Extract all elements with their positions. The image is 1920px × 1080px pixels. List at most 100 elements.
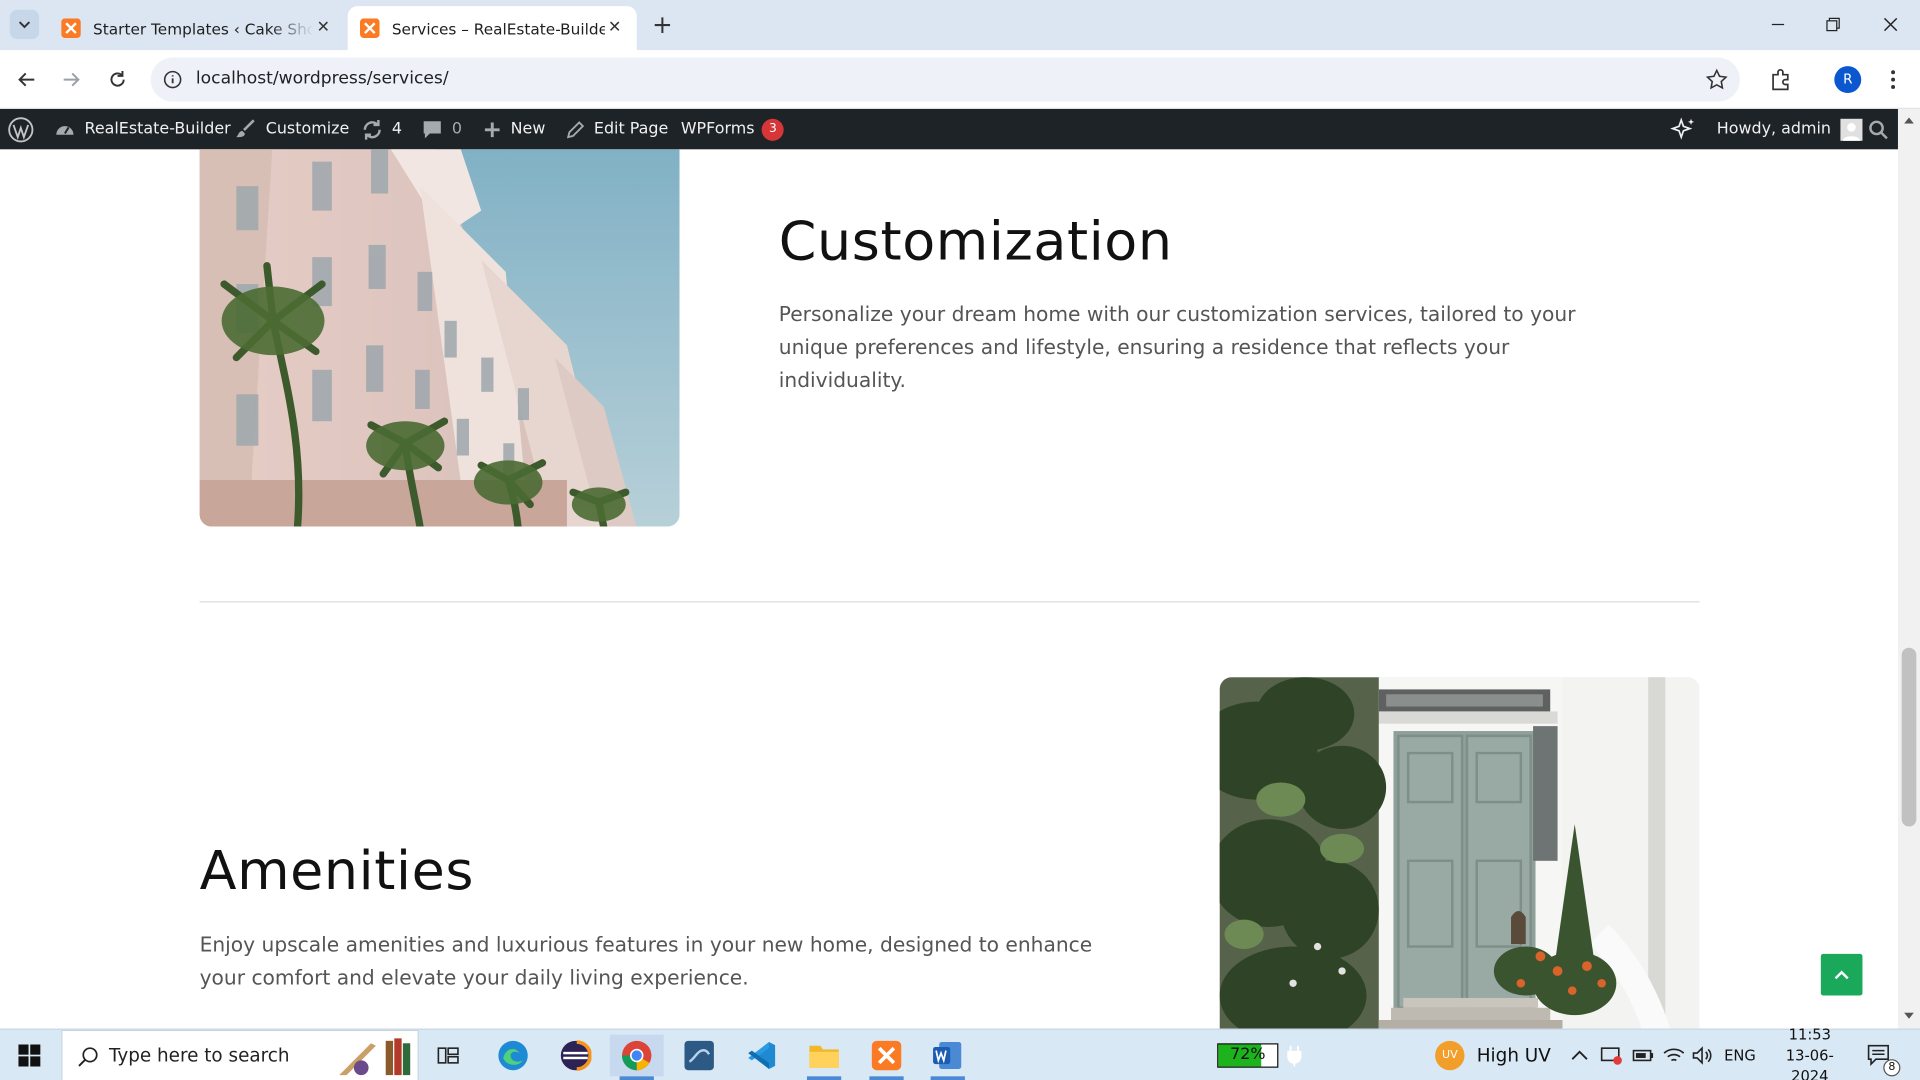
chrome-app-button[interactable] <box>609 1034 664 1080</box>
browser-menu-button[interactable] <box>1878 65 1907 94</box>
wpforms-label: WPForms <box>680 120 755 139</box>
battery-indicator[interactable]: 72% <box>1217 1030 1303 1080</box>
site-name-link[interactable]: RealEstate-Builder <box>54 109 231 149</box>
address-bar[interactable]: localhost/wordpress/services/ <box>150 57 1741 102</box>
weather-widget[interactable]: UV High UV <box>1435 1030 1551 1080</box>
notification-count-badge: 8 <box>1883 1059 1901 1077</box>
edit-page-label: Edit Page <box>593 120 669 139</box>
taskbar-search-box[interactable]: Type here to search <box>61 1029 419 1080</box>
scroll-down-arrow-icon[interactable] <box>1904 1012 1914 1020</box>
section-heading-customization: Customization <box>778 210 1173 274</box>
wordpress-logo-button[interactable] <box>7 109 43 149</box>
xampp-app-button[interactable] <box>860 1035 914 1080</box>
user-avatar <box>1840 118 1863 141</box>
scroll-to-top-button[interactable] <box>1820 953 1863 996</box>
customize-label: Customize <box>265 120 350 139</box>
comment-bubble-icon <box>423 120 441 138</box>
wifi-icon <box>1663 1048 1685 1062</box>
profile-avatar[interactable]: R <box>1834 66 1862 94</box>
clock[interactable]: 11:53 13-06-2024 <box>1771 1026 1849 1080</box>
building-facade-photo <box>199 149 680 527</box>
input-language-indicator[interactable]: ENG <box>1724 1030 1756 1080</box>
tab-services[interactable]: Services – RealEstate-Builder ✕ <box>347 6 637 51</box>
bookmark-star-icon[interactable] <box>1705 68 1728 91</box>
more-vertical-icon <box>1891 70 1896 89</box>
word-app-button[interactable] <box>921 1035 975 1080</box>
close-window-button[interactable] <box>1873 10 1907 39</box>
vscode-app-button[interactable] <box>735 1035 789 1077</box>
edit-page-link[interactable]: Edit Page <box>566 109 669 149</box>
search-icon <box>78 1047 98 1067</box>
dashboard-gauge-icon <box>56 125 74 135</box>
ai-assistant-button[interactable] <box>1670 109 1706 149</box>
arrow-left-icon <box>18 72 35 87</box>
search-highlight-illustration-icon <box>339 1038 411 1076</box>
extensions-button[interactable] <box>1766 65 1795 94</box>
front-door-photo <box>1219 677 1700 1029</box>
puzzle-piece-icon <box>1772 68 1789 91</box>
browser-toolbar: localhost/wordpress/services/ R <box>0 50 1920 109</box>
wifi-tray-button[interactable] <box>1663 1030 1685 1080</box>
reload-icon <box>110 71 125 87</box>
forward-button[interactable] <box>56 65 85 94</box>
browser-tab-strip: Starter Templates ‹ Cake Shop – ✕ Servic… <box>0 0 1920 51</box>
wpforms-notification-badge: 3 <box>761 118 784 141</box>
folder-icon <box>809 1045 839 1068</box>
clock-time: 11:53 <box>1788 1025 1831 1043</box>
scrollbar-thumb[interactable] <box>1901 647 1917 827</box>
close-tab-icon[interactable]: ✕ <box>313 18 333 38</box>
weather-text: High UV <box>1476 1044 1551 1067</box>
chevron-down-icon <box>18 21 31 29</box>
start-button[interactable] <box>2 1035 56 1077</box>
section-divider <box>199 601 1700 603</box>
paintbrush-icon <box>236 118 255 137</box>
sparkle-icon <box>1670 116 1695 140</box>
info-icon[interactable] <box>163 70 183 90</box>
pencil-icon <box>566 120 585 138</box>
tab-title: Starter Templates ‹ Cake Shop – <box>93 18 313 38</box>
monitor-alert-icon <box>1600 1047 1622 1065</box>
site-name-label: RealEstate-Builder <box>84 120 231 139</box>
volume-tray-button[interactable] <box>1692 1030 1714 1080</box>
speaker-volume-icon <box>1692 1046 1712 1065</box>
show-hidden-icons-button[interactable] <box>1571 1030 1588 1080</box>
reload-button[interactable] <box>103 65 132 94</box>
windows-taskbar: Type here to search 72% UV High UV ENG 1… <box>0 1026 1920 1080</box>
file-explorer-app-button[interactable] <box>797 1035 851 1080</box>
restore-icon <box>1826 17 1840 32</box>
xampp-favicon-icon <box>61 18 81 38</box>
tab-title: Services – RealEstate-Builder <box>391 18 605 38</box>
battery-tray-button[interactable] <box>1632 1030 1654 1080</box>
page-content: Customization Personalize your dream hom… <box>0 149 1898 1029</box>
edge-app-button[interactable] <box>486 1035 540 1077</box>
close-icon <box>1883 17 1898 32</box>
wordpress-logo-icon <box>8 116 34 142</box>
admin-search-button[interactable] <box>1869 109 1897 149</box>
battery-charging-icon <box>1632 1049 1654 1062</box>
arrow-right-icon <box>63 72 80 87</box>
customize-link[interactable]: Customize <box>235 109 349 149</box>
notification-center-button[interactable]: 8 <box>1866 1030 1901 1080</box>
updates-link[interactable]: 4 <box>361 109 402 149</box>
page-scrollbar[interactable] <box>1897 108 1920 1029</box>
section-text-customization: Personalize your dream home with our cus… <box>778 302 1576 392</box>
task-view-button[interactable] <box>421 1035 475 1077</box>
scroll-up-arrow-icon[interactable] <box>1904 116 1914 124</box>
new-tab-button[interactable]: + <box>649 11 676 38</box>
new-content-link[interactable]: New <box>482 109 545 149</box>
my-account-link[interactable]: Howdy, admin <box>1717 109 1863 149</box>
meet-now-tray-button[interactable] <box>1600 1030 1622 1080</box>
wpforms-link[interactable]: WPForms 3 <box>681 109 784 149</box>
windows-logo-icon <box>18 1044 41 1067</box>
tab-search-button[interactable] <box>9 9 40 40</box>
minimize-button[interactable] <box>1761 10 1795 39</box>
close-tab-icon[interactable]: ✕ <box>605 18 625 38</box>
vscode-icon <box>748 1042 776 1069</box>
comments-link[interactable]: 0 <box>421 109 462 149</box>
restore-button[interactable] <box>1816 10 1850 39</box>
eclipse-app-button[interactable] <box>549 1035 603 1077</box>
task-view-icon <box>437 1047 459 1064</box>
tab-starter-templates[interactable]: Starter Templates ‹ Cake Shop – ✕ <box>49 6 345 50</box>
mysql-workbench-app-button[interactable] <box>672 1035 726 1077</box>
back-button[interactable] <box>12 65 41 94</box>
